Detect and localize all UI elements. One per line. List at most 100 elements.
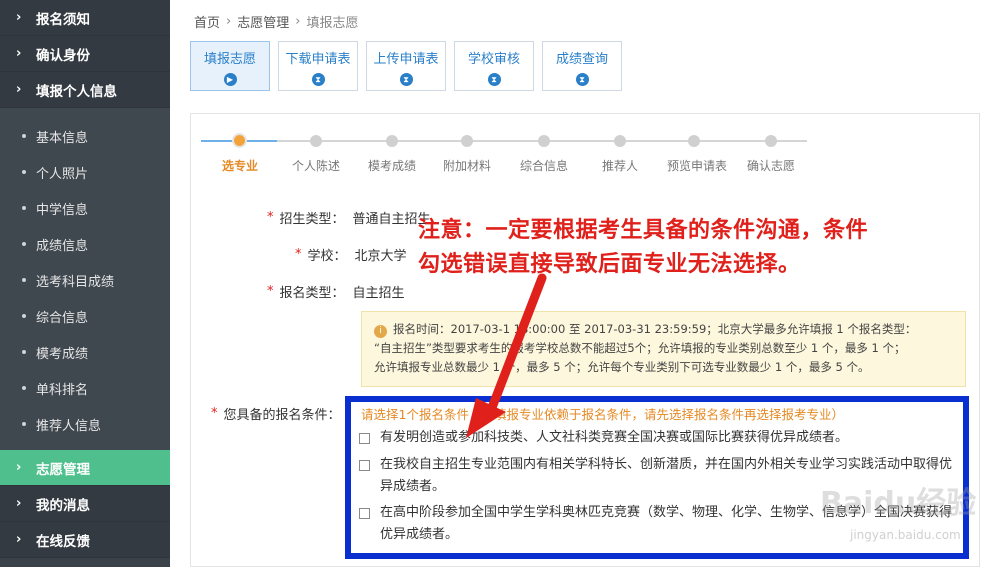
sidebar-item-personal-info[interactable]: › 填报个人信息 <box>0 72 170 108</box>
step-dot <box>614 135 626 147</box>
sidebar-subitem-subject-rank[interactable]: 单科排名 <box>0 370 170 406</box>
hourglass-icon: ⧗ <box>311 73 325 86</box>
step-label: 模考成绩 <box>367 159 417 173</box>
chevron-right-icon: › <box>16 10 22 25</box>
sidebar-item-volunteer-management[interactable]: › 志愿管理 <box>0 450 170 486</box>
school-value: 北京大学 <box>354 249 407 264</box>
step-dot <box>538 135 550 147</box>
sidebar-subitem-label: 推荐人信息 <box>36 418 102 434</box>
watermark-logo: Baidu经验 <box>820 486 977 521</box>
required-mark: * <box>267 284 274 299</box>
hourglass-icon: ⧗ <box>487 73 501 86</box>
bullet-icon <box>22 278 26 282</box>
tab-bar: 填报志愿 ▶ 下载申请表 ⧗ 上传申请表 ⧗ 学校审核 ⧗ 成绩查询 ⧗ <box>190 41 622 91</box>
tab-fill-volunteer[interactable]: 填报志愿 ▶ <box>190 41 270 91</box>
step-label: 选专业 <box>221 159 259 173</box>
sidebar-item-label: 报名须知 <box>36 11 90 28</box>
required-mark: * <box>267 210 274 225</box>
bullet-icon <box>22 422 26 426</box>
chevron-right-icon: › <box>16 496 22 511</box>
bullet-icon <box>22 314 26 318</box>
sidebar-subitem-school-info[interactable]: 中学信息 <box>0 190 170 226</box>
tab-school-review[interactable]: 学校审核 ⧗ <box>454 41 534 91</box>
school-label: 学校： <box>307 249 347 264</box>
chevron-down-icon: › <box>16 82 22 97</box>
sidebar-item-messages[interactable]: › 我的消息 <box>0 486 170 522</box>
hourglass-icon: ⧗ <box>575 73 589 86</box>
bullet-icon <box>22 206 26 210</box>
tab-label: 下载申请表 <box>285 52 351 67</box>
bullet-icon <box>22 242 26 246</box>
tab-label: 成绩查询 <box>555 52 608 67</box>
breadcrumb-section[interactable]: 志愿管理 <box>237 12 289 31</box>
breadcrumb-home[interactable]: 首页 <box>194 12 220 31</box>
sidebar-subitem-grades[interactable]: 成绩信息 <box>0 226 170 262</box>
annotation-line-2: 勾选错误直接导致后面专业无法选择。 <box>418 252 801 277</box>
sidebar-subitem-referee[interactable]: 推荐人信息 <box>0 406 170 442</box>
tab-label: 上传申请表 <box>373 52 439 67</box>
annotation-line-1: 注意：一定要根据考生具备的条件沟通，条件 <box>418 218 869 243</box>
tab-upload-form[interactable]: 上传申请表 ⧗ <box>366 41 446 91</box>
watermark-url: jingyan.baidu.com <box>850 528 961 542</box>
sidebar-item-label: 我的消息 <box>36 497 90 514</box>
sidebar-item-label: 确认身份 <box>36 47 90 64</box>
bullet-icon <box>22 170 26 174</box>
sidebar-item-feedback[interactable]: › 在线反馈 <box>0 522 170 558</box>
sidebar-spacer <box>0 108 170 118</box>
step-label: 预览申请表 <box>666 159 728 173</box>
step-label: 个人陈述 <box>291 159 341 173</box>
sidebar-subitem-label: 个人照片 <box>36 166 89 182</box>
sidebar-subitem-basic-info[interactable]: 基本信息 <box>0 118 170 154</box>
required-mark: * <box>295 247 302 262</box>
tab-label: 学校审核 <box>467 52 520 67</box>
bullet-icon <box>22 134 26 138</box>
apply-type-value: 自主招生 <box>352 286 405 301</box>
step-dot <box>461 135 473 147</box>
sidebar-subitem-label: 基本信息 <box>36 130 89 146</box>
step-label: 确认志愿 <box>746 159 796 173</box>
sidebar-subitem-label: 模考成绩 <box>36 346 89 362</box>
recruit-type-label: 招生类型： <box>279 212 345 227</box>
apply-type-label: 报名类型： <box>279 286 345 301</box>
sidebar-spacer <box>0 442 170 450</box>
tab-download-form[interactable]: 下载申请表 ⧗ <box>278 41 358 91</box>
sidebar-item-label: 在线反馈 <box>36 533 90 550</box>
sidebar-subitem-photo[interactable]: 个人照片 <box>0 154 170 190</box>
sidebar: › 报名须知 › 确认身份 › 填报个人信息 基本信息 个人照片 中学信息 成绩… <box>0 0 170 567</box>
sidebar-subitem-label: 中学信息 <box>36 202 89 218</box>
apply-type-row: * 报名类型： 自主招生 <box>267 282 405 301</box>
sidebar-subitem-elective-grades[interactable]: 选考科目成绩 <box>0 262 170 298</box>
breadcrumb-separator: › <box>295 14 301 29</box>
breadcrumb-separator: › <box>226 14 232 29</box>
tab-label: 填报志愿 <box>203 52 256 67</box>
bullet-icon <box>22 350 26 354</box>
play-icon: ▶ <box>223 73 237 86</box>
sidebar-subitem-label: 单科排名 <box>36 382 89 398</box>
step-dot <box>386 135 398 147</box>
conditions-label: 您具备的报名条件： <box>223 408 341 423</box>
step-dot <box>310 135 322 147</box>
step-label: 综合信息 <box>519 159 569 173</box>
hourglass-icon: ⧗ <box>399 73 413 86</box>
sidebar-subitem-label: 选考科目成绩 <box>36 274 115 290</box>
sidebar-item-label: 志愿管理 <box>36 461 90 478</box>
sidebar-item-label: 填报个人信息 <box>36 83 117 100</box>
breadcrumb: 首页 › 志愿管理 › 填报志愿 <box>194 12 358 31</box>
progress-steps: 选专业 个人陈述 模考成绩 附加材料 综合信息 推荐人 预览申请表 确认志愿 <box>191 114 981 184</box>
info-icon: i <box>374 325 387 338</box>
bullet-icon <box>22 386 26 390</box>
tab-score-query[interactable]: 成绩查询 ⧗ <box>542 41 622 91</box>
sidebar-item-confirm-identity[interactable]: › 确认身份 <box>0 36 170 72</box>
sidebar-subitem-comprehensive[interactable]: 综合信息 <box>0 298 170 334</box>
step-dot <box>765 135 777 147</box>
annotation-text: 注意：一定要根据考生具备的条件沟通，条件 勾选错误直接导致后面专业无法选择。 <box>418 214 868 282</box>
chevron-right-icon: › <box>16 460 22 475</box>
conditions-row: * 您具备的报名条件： <box>211 404 341 423</box>
step-dot <box>688 135 700 147</box>
sidebar-subitem-label: 综合信息 <box>36 310 89 326</box>
sidebar-subitem-mock-exam[interactable]: 模考成绩 <box>0 334 170 370</box>
arrow-icon <box>466 273 547 438</box>
school-row: * 学校： 北京大学 <box>295 245 407 264</box>
sidebar-item-notice[interactable]: › 报名须知 <box>0 0 170 36</box>
chevron-right-icon: › <box>16 46 22 61</box>
